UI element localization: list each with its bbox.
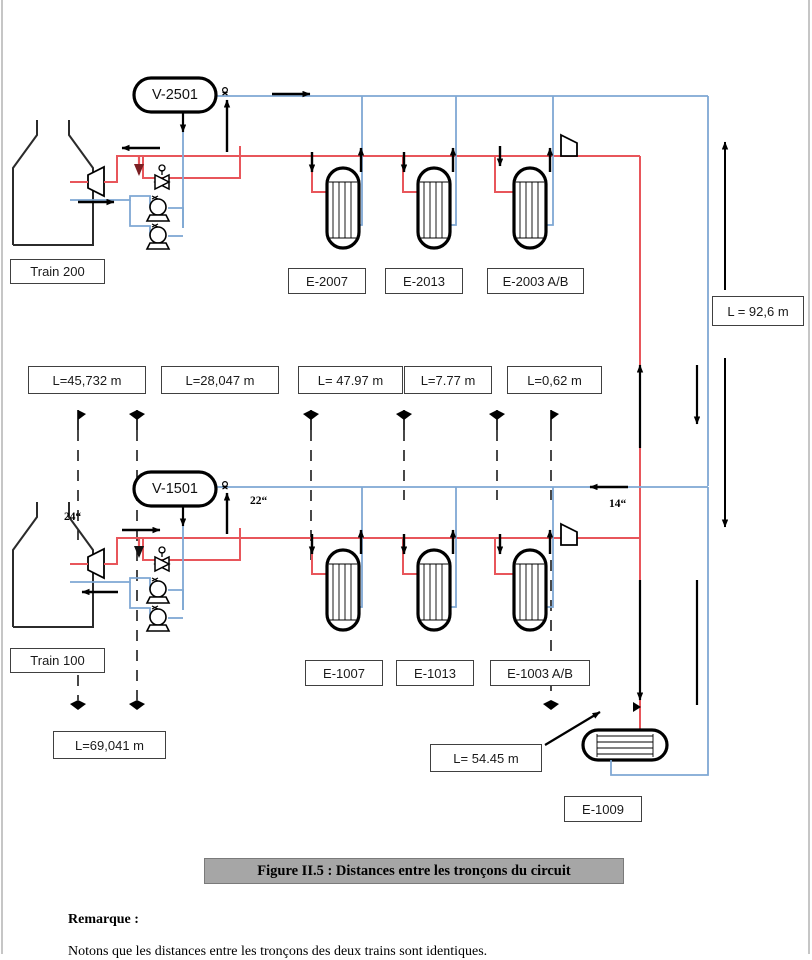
exchanger-e-2013-icon (416, 166, 452, 250)
distance-label-2: L=28,047 m (161, 366, 279, 394)
figure-caption: Figure II.5 : Distances entre les tronço… (204, 858, 624, 884)
dimension-ticks-middle (77, 410, 559, 430)
process-flow-diagram (1, 0, 810, 954)
distance-label-e1009: L= 54.45 m (430, 744, 542, 772)
exchanger-e-1007-icon (325, 548, 361, 632)
distance-label-vertical: L = 92,6 m (712, 296, 804, 326)
train-200-group (12, 76, 709, 740)
exchanger-label-e-1013: E-1013 (396, 660, 474, 686)
dimension-tick-bottom-dashed (70, 700, 559, 710)
compressor-200-outlet-icon (560, 133, 578, 157)
exchanger-e-1009-icon (581, 728, 669, 762)
remark-title: Remarque : (68, 912, 139, 927)
distance-label-5: L=0,62 m (507, 366, 602, 394)
exchanger-e-2003-icon (512, 166, 548, 250)
compressor-100-icon (87, 547, 105, 580)
train-label-200: Train 200 (10, 259, 105, 284)
exchanger-label-e-1009: E-1009 (564, 796, 642, 822)
distance-label-3: L= 47.97 m (298, 366, 403, 394)
compressor-100-outlet-icon (560, 522, 578, 546)
valve-v-1501-icon (222, 481, 229, 490)
pipe-size-14: 14“ (609, 498, 627, 510)
exchanger-e-1003-icon (512, 548, 548, 632)
train-100-group (12, 470, 708, 632)
distance-label-1: L=45,732 m (28, 366, 146, 394)
vessel-label-v-1501: V-1501 (152, 481, 198, 497)
exchanger-e-1013-icon (416, 548, 452, 632)
vessel-label-v-2501: V-2501 (152, 87, 198, 103)
distance-label-bottom: L=69,041 m (53, 731, 166, 759)
exchanger-e-2007-icon (325, 166, 361, 250)
exchanger-label-e-2003: E-2003 A/B (487, 268, 584, 294)
pipe-size-24: 24“ (64, 511, 82, 523)
exchanger-label-e-1007: E-1007 (305, 660, 383, 686)
exchanger-label-e-2007: E-2007 (288, 268, 366, 294)
riser-arrows-right (636, 364, 701, 705)
exchanger-label-e-1003: E-1003 A/B (490, 660, 590, 686)
pipe-size-22: 22“ (250, 495, 268, 507)
distance-label-4: L=7.77 m (404, 366, 492, 394)
exchanger-label-e-2013: E-2013 (385, 268, 463, 294)
train-label-100: Train 100 (10, 648, 105, 673)
compressor-200-icon (87, 165, 105, 198)
figure-page: V-2501 V-1501 Train 200 Train 100 E-2007… (0, 0, 812, 959)
page-frame (1, 0, 810, 954)
valve-v-2501-icon (222, 86, 229, 96)
remark-body: Notons que les distances entre les tronç… (68, 944, 488, 959)
